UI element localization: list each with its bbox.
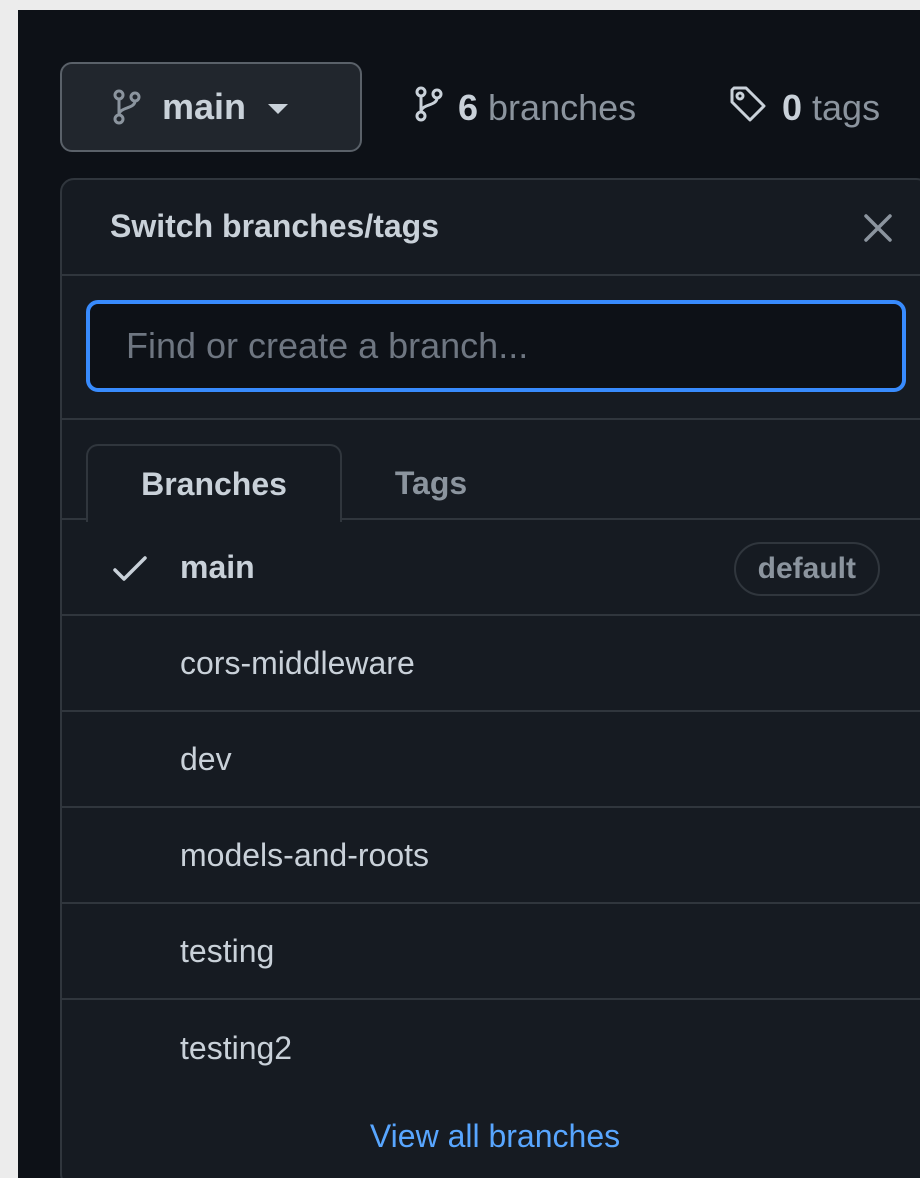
default-badge: default bbox=[733, 542, 880, 596]
branches-count: 6 bbox=[458, 87, 479, 128]
branch-list: main default cors-middleware dev models-… bbox=[62, 520, 920, 1096]
dropdown-header: Switch branches/tags bbox=[62, 180, 920, 276]
branch-item-testing[interactable]: testing bbox=[62, 904, 920, 1000]
caret-down-icon bbox=[268, 104, 289, 114]
branch-search-input[interactable] bbox=[86, 300, 906, 392]
dropdown-title: Switch branches/tags bbox=[110, 208, 439, 244]
git-branch-icon bbox=[112, 89, 142, 125]
tab-branches[interactable]: Branches bbox=[86, 444, 342, 522]
branch-name: main bbox=[180, 548, 255, 585]
dropdown-footer: View all branches bbox=[62, 1086, 920, 1178]
current-branch-label: main bbox=[162, 86, 247, 127]
view-all-branches-link[interactable]: View all branches bbox=[370, 1118, 620, 1155]
tab-tags[interactable]: Tags bbox=[356, 444, 506, 522]
tags-count-link[interactable]: 0 tags bbox=[728, 80, 880, 136]
close-icon[interactable] bbox=[858, 208, 898, 248]
branches-count-link[interactable]: 6 branches bbox=[414, 80, 636, 136]
branch-dropdown: Switch branches/tags Branches Tags bbox=[60, 178, 920, 1178]
branch-item-cors-middleware[interactable]: cors-middleware bbox=[62, 616, 920, 712]
branch-name: dev bbox=[180, 740, 232, 777]
branch-name: cors-middleware bbox=[180, 644, 415, 681]
search-section bbox=[62, 276, 920, 420]
git-branch-icon bbox=[414, 86, 444, 131]
branches-label: branches bbox=[488, 87, 637, 128]
branch-name: models-and-roots bbox=[180, 836, 429, 873]
branch-item-main[interactable]: main default bbox=[62, 520, 920, 616]
branch-item-models-and-roots[interactable]: models-and-roots bbox=[62, 808, 920, 904]
branch-select-button[interactable]: main bbox=[60, 62, 362, 152]
tag-icon bbox=[728, 84, 768, 133]
branch-item-testing2[interactable]: testing2 bbox=[62, 1000, 920, 1096]
tags-count: 0 bbox=[782, 87, 803, 128]
branch-name: testing2 bbox=[180, 1029, 293, 1066]
branch-name: testing bbox=[180, 932, 275, 969]
repo-page: main 6 branches 0 tags Switch branches/t… bbox=[18, 10, 920, 1178]
dropdown-tabs: Branches Tags bbox=[62, 420, 920, 522]
check-icon bbox=[112, 554, 148, 584]
tags-label: tags bbox=[812, 87, 881, 128]
branch-item-dev[interactable]: dev bbox=[62, 712, 920, 808]
